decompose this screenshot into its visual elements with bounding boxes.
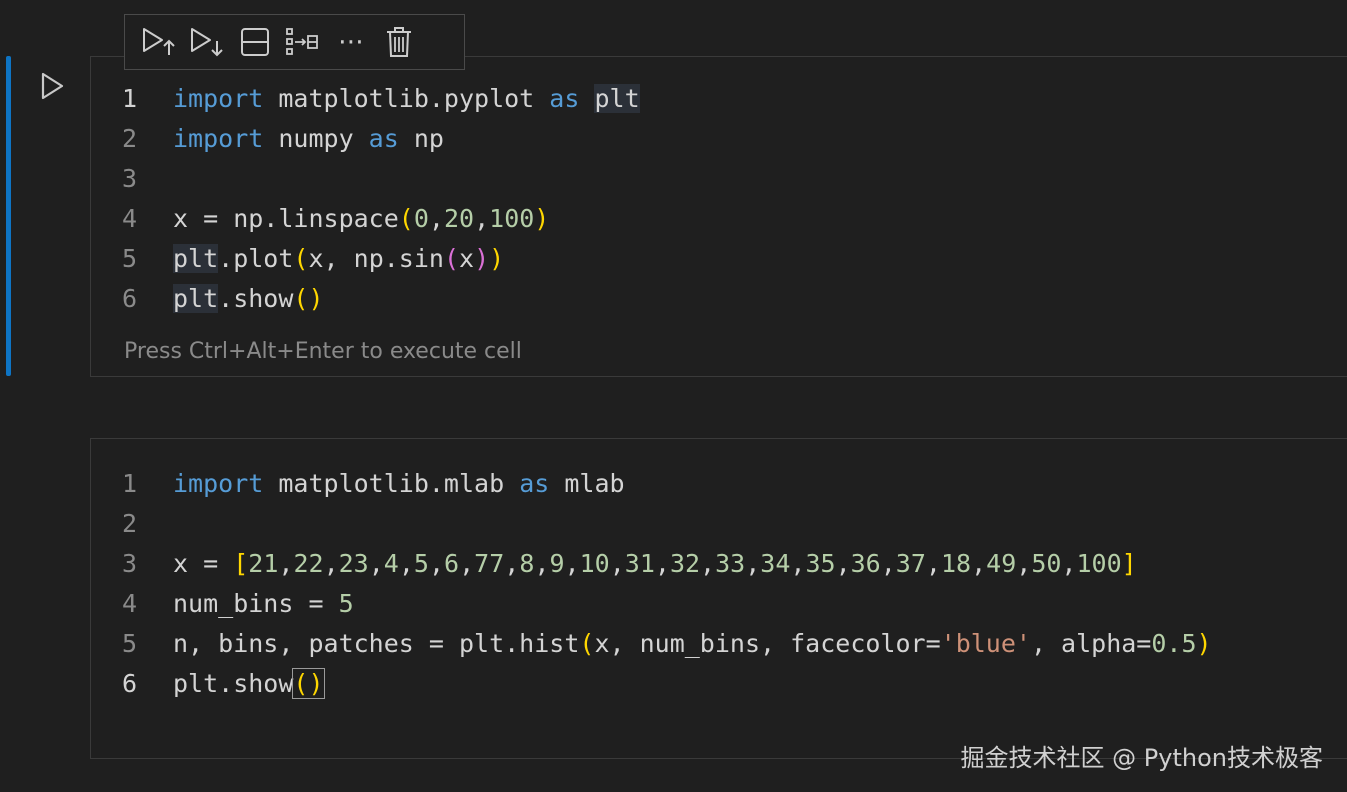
code-line: 6 plt.show()	[91, 664, 1212, 704]
cell-focus-indicator	[6, 56, 11, 376]
line-number: 6	[122, 669, 138, 698]
notebook-editor: ⋯ 1 import matplotlib.pyplot as plt 2 im…	[0, 0, 1347, 792]
code-line: 4 num_bins = 5	[91, 584, 1212, 624]
code-cell-1[interactable]: 1 import matplotlib.pyplot as plt 2 impo…	[90, 56, 1347, 377]
line-number: 3	[122, 549, 138, 578]
code-line: 6 plt.show()	[91, 279, 640, 319]
run-cell-button[interactable]	[36, 70, 68, 102]
run-below-button[interactable]	[185, 22, 229, 62]
execute-hint: Press Ctrl+Alt+Enter to execute cell	[124, 339, 522, 364]
code-line: 5 n, bins, patches = plt.hist(x, num_bin…	[91, 624, 1212, 664]
line-number: 5	[122, 629, 138, 658]
watermark: 掘金技术社区 @ Python技术极客	[960, 744, 1323, 772]
line-number: 4	[122, 204, 138, 233]
trash-icon	[387, 27, 411, 57]
code-editor[interactable]: 1 import matplotlib.pyplot as plt 2 impo…	[91, 79, 640, 319]
run-above-button[interactable]	[137, 22, 181, 62]
line-number: 6	[122, 284, 138, 313]
code-line: 3	[91, 159, 640, 199]
split-cell-icon	[241, 28, 269, 56]
join-cells-icon	[286, 28, 318, 55]
play-icon	[41, 72, 64, 100]
line-number: 3	[122, 164, 138, 193]
more-actions-button[interactable]: ⋯	[329, 22, 373, 62]
run-above-icon	[143, 28, 175, 55]
join-cells-button[interactable]	[281, 22, 325, 62]
code-line: 4 x = np.linspace(0,20,100)	[91, 199, 640, 239]
line-number: 2	[122, 124, 138, 153]
split-cell-button[interactable]	[233, 22, 277, 62]
code-line: 2 import numpy as np	[91, 119, 640, 159]
run-below-icon	[191, 28, 223, 57]
line-number: 2	[122, 509, 138, 538]
code-cell-2[interactable]: 1 import matplotlib.mlab as mlab 2 3 x =…	[90, 438, 1347, 759]
cell-toolbar: ⋯	[124, 14, 465, 70]
code-line: 1 import matplotlib.mlab as mlab	[91, 464, 1212, 504]
more-actions-icon: ⋯	[338, 27, 364, 57]
line-number: 1	[122, 469, 138, 498]
line-number: 4	[122, 589, 138, 618]
code-line: 2	[91, 504, 1212, 544]
delete-cell-button[interactable]	[377, 22, 421, 62]
line-number: 1	[122, 84, 138, 113]
code-line: 1 import matplotlib.pyplot as plt	[91, 79, 640, 119]
code-editor[interactable]: 1 import matplotlib.mlab as mlab 2 3 x =…	[91, 464, 1212, 704]
line-number: 5	[122, 244, 138, 273]
code-line: 5 plt.plot(x, np.sin(x))	[91, 239, 640, 279]
code-line: 3 x = [21,22,23,4,5,6,77,8,9,10,31,32,33…	[91, 544, 1212, 584]
